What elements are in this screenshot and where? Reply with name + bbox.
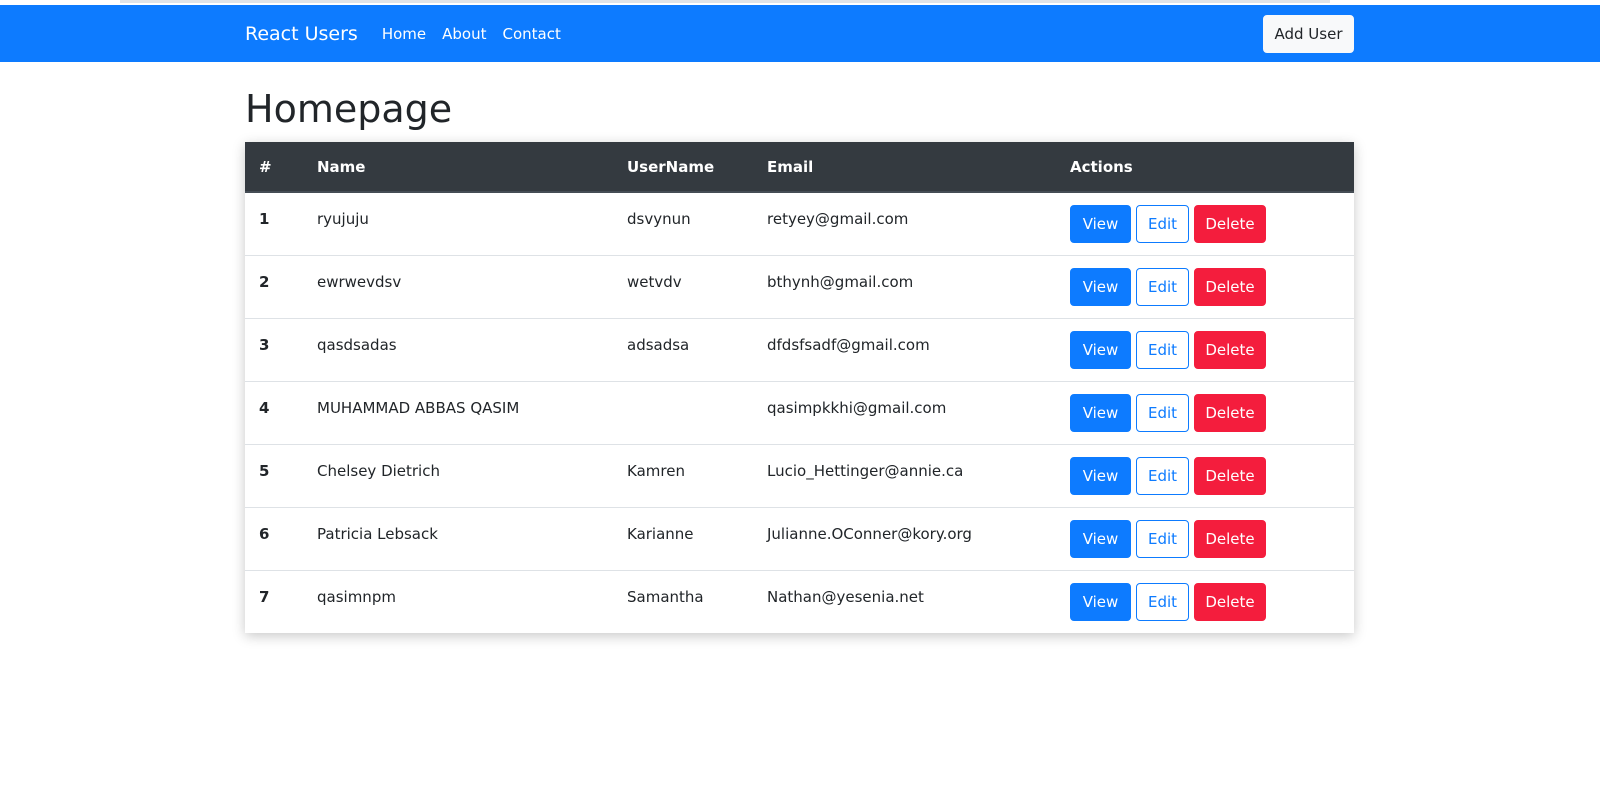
page-title: Homepage: [245, 87, 453, 131]
view-button[interactable]: View: [1070, 582, 1131, 621]
header-actions: Actions: [1056, 142, 1354, 193]
row-username: dsvynun: [627, 210, 691, 228]
edit-button[interactable]: Edit: [1136, 205, 1189, 243]
table-row: 2 ewrwevdsv wetvdv bthynh@gmail.com View…: [245, 255, 1354, 318]
delete-button[interactable]: Delete: [1194, 393, 1266, 432]
row-username: [613, 381, 753, 444]
row-index: 7: [259, 587, 270, 606]
row-index: 6: [259, 524, 270, 543]
row-actions: View Edit Delete: [1056, 318, 1354, 381]
nav-link-about[interactable]: About: [442, 25, 486, 43]
navbar: React Users Home About Contact Add User: [0, 5, 1600, 62]
delete-button[interactable]: Delete: [1194, 267, 1266, 306]
browser-top-line: [120, 0, 1330, 3]
nav-links: Home About Contact: [382, 25, 577, 43]
edit-button[interactable]: Edit: [1136, 393, 1189, 432]
delete-button[interactable]: Delete: [1194, 456, 1266, 495]
table-row: 3 qasdsadas adsadsa dfdsfsadf@gmail.com …: [245, 318, 1354, 381]
header-email: Email: [753, 142, 1056, 193]
delete-button[interactable]: Delete: [1194, 205, 1266, 243]
add-user-button[interactable]: Add User: [1263, 14, 1354, 53]
table-row: 1 ryujuju dsvynun retyey@gmail.com View E…: [245, 192, 1354, 255]
row-name: Chelsey Dietrich: [317, 461, 440, 480]
row-name: MUHAMMAD ABBAS QASIM: [317, 398, 520, 417]
table-row: 6 Patricia Lebsack Karianne Julianne.OCo…: [245, 507, 1354, 570]
row-email: dfdsfsadf@gmail.com: [767, 335, 930, 354]
view-button[interactable]: View: [1070, 393, 1131, 432]
row-username: Kamren: [627, 461, 685, 480]
delete-button[interactable]: Delete: [1194, 330, 1266, 369]
nav-link-contact[interactable]: Contact: [502, 25, 560, 43]
edit-button[interactable]: Edit: [1136, 519, 1189, 558]
users-table-container: # Name UserName Email Actions 1 ryujuju …: [245, 142, 1354, 633]
row-index: 4: [259, 398, 270, 417]
users-table: # Name UserName Email Actions 1 ryujuju …: [245, 142, 1354, 633]
row-index: 3: [259, 335, 270, 354]
view-button[interactable]: View: [1070, 519, 1131, 558]
edit-button[interactable]: Edit: [1136, 456, 1189, 495]
edit-button[interactable]: Edit: [1136, 582, 1189, 621]
row-name: qasdsadas: [317, 335, 397, 354]
row-index: 5: [259, 461, 270, 480]
row-name: ryujuju: [317, 210, 369, 228]
view-button[interactable]: View: [1070, 456, 1131, 495]
row-actions: View Edit Delete: [1056, 507, 1354, 570]
table-row: 7 qasimnpm Samantha Nathan@yesenia.net V…: [245, 570, 1354, 633]
row-username: Samantha: [627, 587, 704, 606]
row-email: qasimpkkhi@gmail.com: [767, 398, 947, 417]
row-username: Karianne: [627, 524, 694, 543]
table-row: 5 Chelsey Dietrich Kamren Lucio_Hettinge…: [245, 444, 1354, 507]
row-actions: View Edit Delete: [1056, 444, 1354, 507]
table-row: 4 MUHAMMAD ABBAS QASIM qasimpkkhi@gmail.…: [245, 381, 1354, 444]
view-button[interactable]: View: [1070, 267, 1131, 306]
row-email: Julianne.OConner@kory.org: [767, 524, 972, 543]
header-username: UserName: [613, 142, 753, 193]
edit-button[interactable]: Edit: [1136, 267, 1189, 306]
navbar-container: React Users Home About Contact Add User: [245, 5, 1354, 62]
row-actions: View Edit Delete: [1056, 570, 1354, 633]
row-email: Nathan@yesenia.net: [767, 587, 924, 606]
row-name: ewrwevdsv: [317, 272, 402, 291]
edit-button[interactable]: Edit: [1136, 330, 1189, 369]
brand-link[interactable]: React Users: [245, 23, 358, 45]
row-username: adsadsa: [627, 335, 690, 354]
row-email: bthynh@gmail.com: [767, 272, 914, 291]
row-actions: View Edit Delete: [1056, 255, 1354, 318]
delete-button[interactable]: Delete: [1194, 582, 1266, 621]
row-index: 2: [259, 272, 270, 291]
row-name: Patricia Lebsack: [317, 524, 438, 543]
row-username: wetvdv: [627, 272, 682, 291]
row-index: 1: [259, 210, 270, 228]
view-button[interactable]: View: [1070, 205, 1131, 243]
row-name: qasimnpm: [317, 587, 396, 606]
row-actions: View Edit Delete: [1056, 381, 1354, 444]
nav-link-home[interactable]: Home: [382, 25, 426, 43]
row-email: Lucio_Hettinger@annie.ca: [767, 461, 964, 480]
view-button[interactable]: View: [1070, 330, 1131, 369]
row-email: retyey@gmail.com: [767, 210, 909, 228]
row-actions: View Edit Delete: [1056, 192, 1354, 255]
table-header-row: # Name UserName Email Actions: [245, 142, 1354, 193]
header-index: #: [245, 142, 303, 193]
header-name: Name: [303, 142, 613, 193]
delete-button[interactable]: Delete: [1194, 519, 1266, 558]
